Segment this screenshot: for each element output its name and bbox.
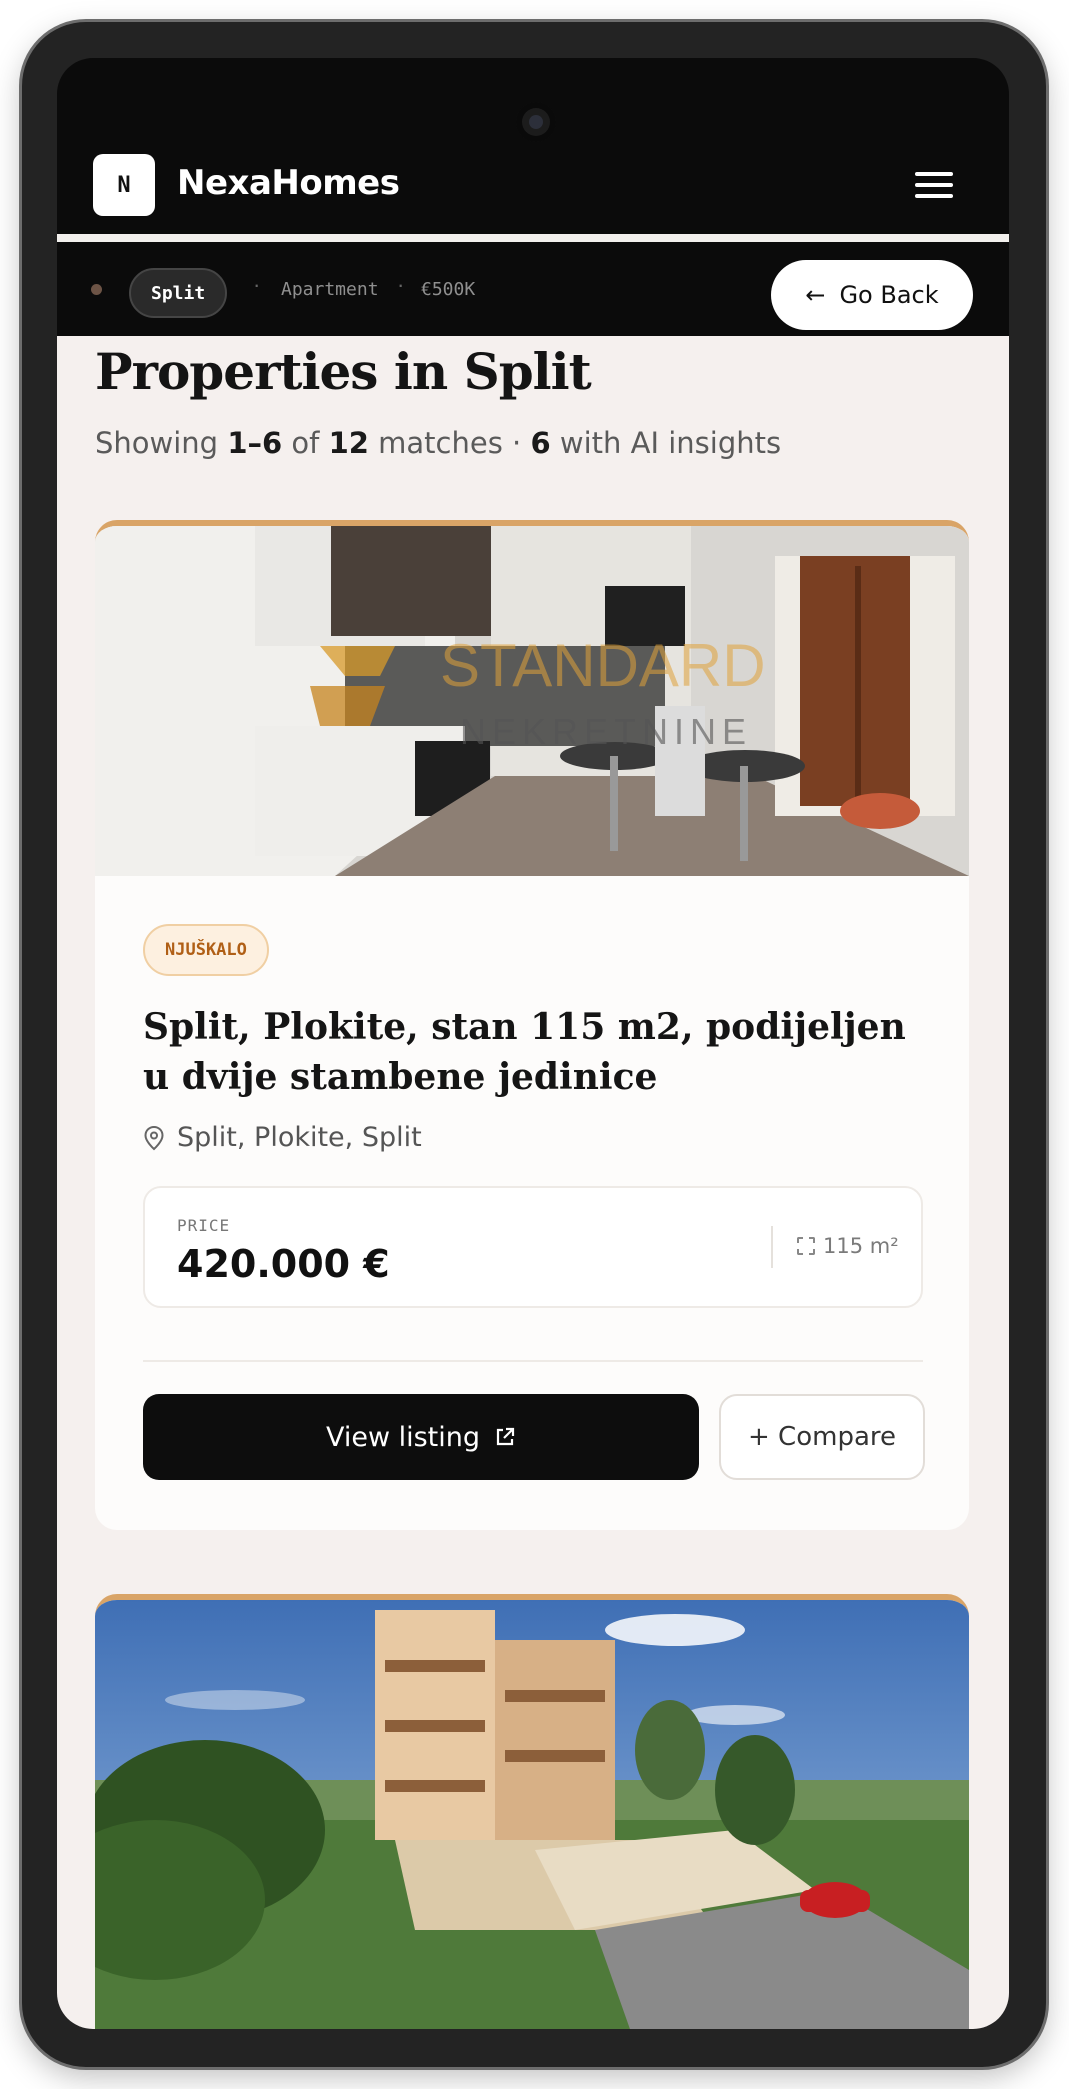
card-divider bbox=[143, 1360, 923, 1362]
screen: N NexaHomes Split · Apartment · €500K ← … bbox=[57, 58, 1009, 2029]
price-value: 420.000 € bbox=[177, 1242, 390, 1286]
watermark-top: STANDARD bbox=[440, 632, 766, 699]
listing-title[interactable]: Split, Plokite, stan 115 m2, podijeljen … bbox=[143, 1002, 933, 1102]
compare-button[interactable]: + Compare bbox=[719, 1394, 925, 1480]
filter-chip-budget[interactable]: €500K bbox=[421, 279, 475, 300]
source-badge: NJUŠKALO bbox=[143, 924, 269, 976]
logo-icon[interactable]: N bbox=[93, 154, 155, 216]
filter-bar: Split · Apartment · €500K ← Go Back bbox=[57, 242, 1009, 336]
summary-matches: matches · bbox=[378, 426, 522, 460]
price-label: PRICE bbox=[177, 1216, 231, 1235]
listing-photo[interactable]: STANDARD NEKRETNINE bbox=[95, 526, 969, 876]
listing-card bbox=[95, 1594, 969, 2029]
header-divider bbox=[57, 234, 1009, 242]
summary-insights: with AI insights bbox=[559, 426, 782, 460]
results-content[interactable]: Properties in Split Showing 1–6 of 12 ma… bbox=[57, 336, 1009, 2029]
separator-dot: · bbox=[253, 272, 261, 297]
summary-of: of bbox=[291, 426, 320, 460]
phone-frame: N NexaHomes Split · Apartment · €500K ← … bbox=[22, 22, 1046, 2067]
results-summary: Showing 1–6 of 12 matches · 6 with AI in… bbox=[95, 426, 781, 460]
area-info: 115 m² bbox=[797, 1234, 899, 1258]
summary-insights-count: 6 bbox=[530, 426, 551, 460]
external-link-icon bbox=[496, 1427, 515, 1446]
summary-total: 12 bbox=[328, 426, 369, 460]
location-pin-icon bbox=[144, 1125, 164, 1150]
view-listing-label: View listing bbox=[325, 1421, 481, 1453]
area-icon bbox=[797, 1237, 815, 1255]
filter-chip-city[interactable]: Split bbox=[129, 268, 228, 318]
filter-chip-type[interactable]: Apartment bbox=[281, 279, 379, 300]
brand-name[interactable]: NexaHomes bbox=[177, 163, 400, 203]
summary-range: 1–6 bbox=[227, 426, 283, 460]
app-header: N NexaHomes bbox=[57, 154, 1009, 240]
listing-photo[interactable] bbox=[95, 1600, 969, 2029]
watermark-bottom: NEKRETNINE bbox=[460, 711, 752, 752]
price-box: PRICE 420.000 € 115 m² bbox=[143, 1186, 923, 1308]
price-divider bbox=[771, 1226, 773, 1268]
location-text: Split, Plokite, Split bbox=[177, 1122, 422, 1153]
listing-location: Split, Plokite, Split bbox=[143, 1122, 422, 1153]
summary-prefix: Showing bbox=[95, 426, 219, 460]
hamburger-menu-icon[interactable] bbox=[915, 172, 953, 198]
go-back-label: Go Back bbox=[839, 281, 939, 309]
go-back-button[interactable]: ← Go Back bbox=[771, 260, 973, 330]
separator-dot: · bbox=[397, 272, 405, 297]
arrow-left-icon: ← bbox=[805, 281, 826, 309]
status-dot-icon bbox=[91, 284, 102, 295]
front-camera bbox=[516, 102, 556, 142]
listing-card: STANDARD NEKRETNINE NJUŠKALO Split, Plok… bbox=[95, 520, 969, 1530]
page-title: Properties in Split bbox=[95, 342, 592, 401]
area-value: 115 m² bbox=[823, 1234, 899, 1258]
view-listing-button[interactable]: View listing bbox=[143, 1394, 699, 1480]
